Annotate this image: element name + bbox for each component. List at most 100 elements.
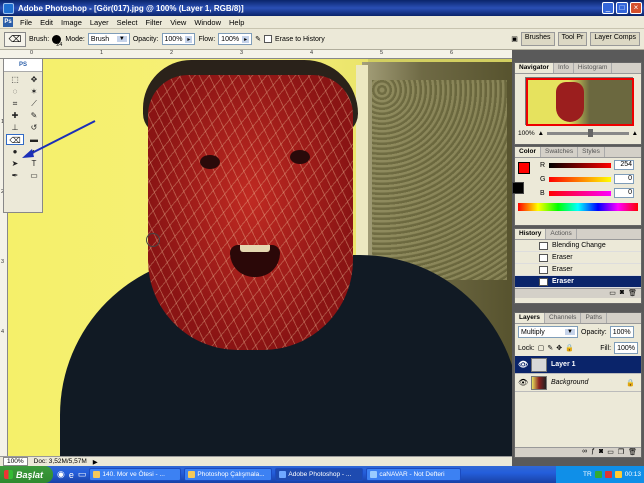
close-button[interactable]: × bbox=[630, 2, 642, 14]
history-item[interactable]: Blending Change bbox=[515, 240, 641, 252]
navigator-zoom-slider[interactable] bbox=[547, 129, 629, 137]
history-item[interactable]: Eraser bbox=[515, 252, 641, 264]
quicklaunch-firefox-icon[interactable]: ◉ bbox=[57, 469, 65, 480]
green-slider[interactable] bbox=[549, 176, 611, 182]
tray-icon[interactable] bbox=[594, 471, 602, 478]
layer-row-background[interactable]: 👁 Background 🔒 bbox=[515, 374, 641, 392]
eye-icon[interactable]: 👁 bbox=[518, 378, 528, 387]
tray-icon[interactable] bbox=[604, 471, 612, 478]
red-slider[interactable] bbox=[549, 162, 611, 168]
taskbar-item-photoshop[interactable]: Adobe Photoshop - ... bbox=[275, 468, 364, 481]
new-group-icon[interactable]: ▭ bbox=[607, 448, 614, 457]
history-item-label: Eraser bbox=[552, 254, 573, 261]
tab-color[interactable]: Color bbox=[515, 147, 541, 157]
shape-tool-icon[interactable]: ▭ bbox=[25, 170, 43, 181]
eraser-preset-picker[interactable]: ⌫ bbox=[4, 31, 26, 47]
new-document-from-state-icon[interactable]: ▭ bbox=[609, 289, 616, 298]
palette-toggle-icon[interactable]: ▣ bbox=[511, 35, 518, 43]
toolbox-header-logo[interactable]: PS bbox=[4, 59, 42, 72]
slider-knob[interactable] bbox=[587, 129, 593, 137]
status-menu-arrow-icon[interactable]: ▶ bbox=[93, 458, 98, 466]
tab-history[interactable]: History bbox=[515, 229, 547, 239]
minimize-button[interactable]: _ bbox=[602, 2, 614, 14]
link-layers-icon[interactable]: ∞ bbox=[582, 448, 587, 457]
tab-layers[interactable]: Layers bbox=[515, 313, 545, 323]
red-value-field[interactable]: 254 bbox=[614, 160, 634, 170]
menu-image[interactable]: Image bbox=[57, 18, 86, 27]
zoom-out-icon[interactable]: ▲ bbox=[538, 130, 544, 137]
menu-layer[interactable]: Layer bbox=[86, 18, 113, 27]
menu-select[interactable]: Select bbox=[113, 18, 142, 27]
foreground-color-swatch[interactable] bbox=[518, 162, 530, 174]
layer-mask-icon[interactable]: ◙ bbox=[599, 448, 603, 457]
magic-wand-tool-icon[interactable]: ✶ bbox=[25, 86, 43, 97]
new-layer-icon[interactable]: ❐ bbox=[618, 448, 624, 457]
lasso-tool-icon[interactable]: ◌ bbox=[6, 86, 24, 97]
slice-tool-icon[interactable]: ⟋ bbox=[25, 98, 43, 109]
layer-lock-row: Lock: ▢ ✎ ✥ 🔒 Fill: 100% bbox=[515, 340, 641, 356]
document-icon[interactable]: Ps bbox=[3, 17, 13, 27]
layer-opacity-field[interactable]: 100% bbox=[609, 326, 634, 338]
tab-info[interactable]: Info bbox=[554, 63, 574, 73]
blend-mode-dropdown[interactable]: Multiply ▼ bbox=[518, 326, 578, 338]
quicklaunch-ie-icon[interactable]: e bbox=[69, 470, 74, 480]
quicklaunch-desktop-icon[interactable]: ▭ bbox=[78, 469, 87, 480]
flow-field[interactable]: 100% ▸ bbox=[218, 33, 253, 45]
layer-row-layer-1[interactable]: 👁 Layer 1 bbox=[515, 356, 641, 374]
taskbar-item-browser[interactable]: 140. Mor ve Ötesi - ... bbox=[89, 468, 182, 481]
erase-history-checkbox[interactable] bbox=[263, 35, 272, 43]
move-tool-icon[interactable]: ✥ bbox=[25, 74, 43, 85]
lock-all-icon[interactable]: 🔒 bbox=[565, 344, 574, 352]
lock-pixels-icon[interactable]: ✎ bbox=[547, 344, 553, 352]
pen-tool-icon[interactable]: ✒ bbox=[6, 170, 24, 181]
crop-tool-icon[interactable]: ⌗ bbox=[6, 98, 24, 109]
tab-histogram[interactable]: Histogram bbox=[574, 63, 613, 73]
background-color-swatch[interactable] bbox=[512, 182, 524, 194]
eye-icon[interactable]: 👁 bbox=[518, 360, 528, 369]
taskbar-item-folder[interactable]: Photoshop Çalışmala... bbox=[184, 468, 273, 481]
tab-navigator[interactable]: Navigator bbox=[515, 63, 554, 73]
tab-channels[interactable]: Channels bbox=[545, 313, 582, 323]
lock-position-icon[interactable]: ✥ bbox=[556, 344, 562, 352]
menu-view[interactable]: View bbox=[166, 18, 190, 27]
maximize-button[interactable]: □ bbox=[616, 2, 628, 14]
tray-icon[interactable] bbox=[614, 471, 622, 478]
well-tab-brushes[interactable]: Brushes bbox=[520, 32, 555, 46]
navigator-view-box[interactable] bbox=[526, 78, 634, 126]
trash-icon[interactable]: 🗑 bbox=[628, 289, 637, 298]
fill-field[interactable]: 100% bbox=[614, 342, 638, 354]
well-tab-layer-comps[interactable]: Layer Comps bbox=[590, 32, 640, 46]
tab-styles[interactable]: Styles bbox=[578, 147, 605, 157]
menu-help[interactable]: Help bbox=[225, 18, 248, 27]
mode-dropdown[interactable]: Brush ▼ bbox=[87, 33, 130, 45]
taskbar-item-notepad[interactable]: caNAVAR - Not Defteri bbox=[366, 468, 462, 481]
blue-slider[interactable] bbox=[549, 190, 611, 196]
navigator-zoom-value[interactable]: 100% bbox=[518, 130, 535, 137]
menu-file[interactable]: File bbox=[16, 18, 36, 27]
chevron-down-icon: ▼ bbox=[565, 329, 575, 335]
history-item[interactable]: Eraser bbox=[515, 264, 641, 276]
layer-style-icon[interactable]: ƒ bbox=[591, 448, 595, 457]
marquee-tool-icon[interactable]: ⬚ bbox=[6, 74, 24, 85]
blue-value-field[interactable]: 0 bbox=[614, 188, 634, 198]
menu-edit[interactable]: Edit bbox=[36, 18, 57, 27]
tab-swatches[interactable]: Swatches bbox=[541, 147, 579, 157]
green-value-field[interactable]: 0 bbox=[614, 174, 634, 184]
navigator-thumbnail[interactable] bbox=[525, 77, 634, 126]
language-indicator[interactable]: TR bbox=[583, 471, 592, 478]
tab-paths[interactable]: Paths bbox=[581, 313, 608, 323]
trash-icon[interactable]: 🗑 bbox=[628, 448, 637, 457]
color-spectrum-bar[interactable] bbox=[518, 203, 638, 211]
well-tab-tool-presets[interactable]: Tool Pr bbox=[557, 32, 588, 46]
menu-filter[interactable]: Filter bbox=[142, 18, 167, 27]
zoom-level-field[interactable]: 100% bbox=[3, 457, 28, 466]
new-snapshot-icon[interactable]: ◙ bbox=[620, 289, 624, 298]
start-button[interactable]: Başlat bbox=[0, 466, 54, 483]
history-item-active[interactable]: Eraser bbox=[515, 276, 641, 288]
airbrush-icon[interactable]: ✎ bbox=[255, 35, 261, 43]
zoom-in-icon[interactable]: ▲ bbox=[632, 130, 638, 137]
opacity-field[interactable]: 100% ▸ bbox=[161, 33, 196, 45]
menu-window[interactable]: Window bbox=[190, 18, 225, 27]
tab-actions[interactable]: Actions bbox=[546, 229, 577, 239]
lock-transparency-icon[interactable]: ▢ bbox=[538, 344, 545, 352]
